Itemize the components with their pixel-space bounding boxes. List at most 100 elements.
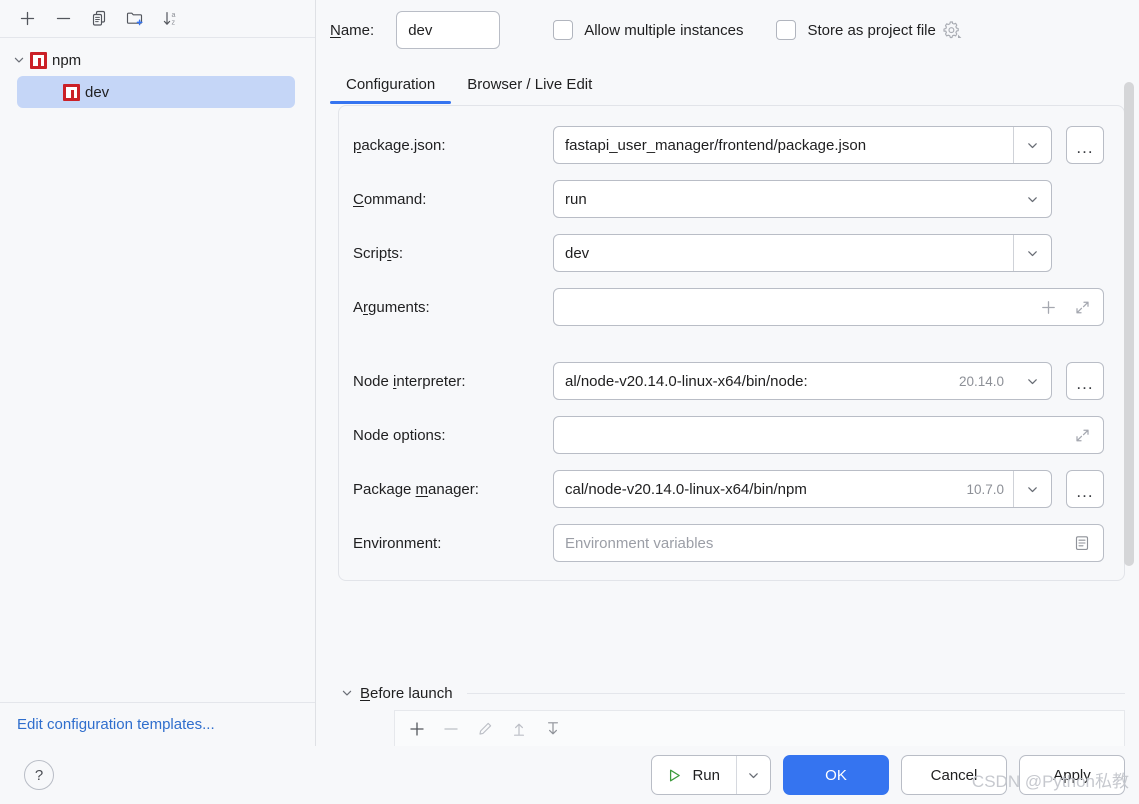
scripts-field: dev	[553, 234, 1104, 272]
field-row-package-json: package.json: fastapi_user_manager/front…	[353, 126, 1104, 164]
node-options-input[interactable]	[553, 416, 1104, 454]
run-debug-configurations-dialog: a z npm dev Edit configuration templates…	[0, 0, 1139, 804]
scripts-combobox[interactable]: dev	[553, 234, 1052, 272]
apply-button[interactable]: Apply	[1019, 755, 1125, 795]
name-input[interactable]	[396, 11, 501, 49]
tree-node-label: npm	[52, 51, 82, 69]
command-input[interactable]: run	[554, 181, 1013, 217]
arrow-up-icon	[514, 723, 524, 736]
package-manager-dropdown-button[interactable]	[1013, 471, 1051, 507]
allow-multiple-instances-checkbox[interactable]: Allow multiple instances	[553, 20, 743, 40]
store-as-project-file-settings-button[interactable]	[941, 18, 965, 42]
environment-input[interactable]: Environment variables	[553, 524, 1104, 562]
arguments-input[interactable]	[553, 288, 1104, 326]
bl-move-down-button	[537, 715, 569, 743]
copy-configuration-button[interactable]	[82, 4, 116, 34]
tab-configuration[interactable]: Configuration	[330, 76, 452, 104]
list-edit-icon[interactable]	[1070, 531, 1094, 555]
before-launch-divider	[466, 692, 1125, 694]
command-dropdown-button[interactable]	[1013, 181, 1051, 217]
configurations-tree: npm dev	[0, 38, 315, 702]
package-json-combobox[interactable]: fastapi_user_manager/frontend/package.js…	[553, 126, 1052, 164]
tree-node-npm[interactable]: npm	[0, 44, 315, 76]
checkbox-box	[776, 20, 797, 40]
node-interpreter-browse-button[interactable]: ...	[1066, 362, 1104, 400]
label-rest: s:	[391, 244, 404, 262]
node-interpreter-value: :al/node-v20.14.0-linux-x64/bin/node	[565, 372, 808, 390]
help-button[interactable]: ?	[24, 760, 54, 790]
label-rest: ackage.json:	[361, 136, 446, 154]
chevron-down-icon[interactable]	[338, 687, 356, 699]
node-options-label: Node options:	[353, 426, 446, 444]
chevron-down-icon	[749, 772, 758, 778]
label-pre: Node	[353, 372, 394, 390]
cancel-button[interactable]: Cancel	[901, 755, 1007, 795]
environment-field: Environment variables	[553, 524, 1104, 562]
run-button[interactable]: Run	[652, 756, 736, 794]
scripts-label: Scripts:	[353, 245, 553, 262]
before-launch-title: Before launch	[360, 685, 453, 702]
npm-icon	[63, 83, 80, 101]
package-manager-value: cal/node-v20.14.0-linux-x64/bin/npm	[565, 480, 807, 498]
scripts-input[interactable]: dev	[554, 235, 1013, 271]
npm-icon	[30, 51, 47, 69]
package-json-value: fastapi_user_manager/frontend/package.js…	[565, 136, 867, 154]
package-json-input[interactable]: fastapi_user_manager/frontend/package.js…	[554, 127, 1013, 163]
chevron-down-icon	[1027, 378, 1037, 384]
scripts-value: dev	[565, 244, 590, 262]
new-folder-icon	[126, 12, 143, 26]
package-manager-combobox[interactable]: cal/node-v20.14.0-linux-x64/bin/npm 10.7…	[553, 470, 1052, 508]
node-interpreter-dropdown-button[interactable]	[1013, 363, 1051, 399]
store-as-project-file-checkbox[interactable]: Store as project file	[776, 20, 936, 40]
expand-icon[interactable]	[1070, 295, 1094, 319]
bl-add-button[interactable]	[401, 715, 433, 743]
remove-configuration-button[interactable]	[46, 4, 80, 34]
name-row: Name: Allow multiple instances Store as …	[316, 0, 1139, 60]
group-separator	[353, 342, 1104, 362]
chevron-down-icon[interactable]	[10, 51, 28, 69]
label-mnemonic: C	[353, 190, 364, 208]
plus-icon[interactable]	[1036, 295, 1060, 319]
tab-browser-live-edit[interactable]: Browser / Live Edit	[451, 76, 608, 104]
edit-configuration-templates-link[interactable]: Edit configuration templates...	[17, 716, 215, 733]
plus-icon	[20, 11, 34, 26]
package-manager-input[interactable]: cal/node-v20.14.0-linux-x64/bin/npm 10.7…	[554, 471, 1013, 507]
expand-icon[interactable]	[1070, 423, 1094, 447]
command-combobox[interactable]: run	[553, 180, 1052, 218]
configuration-group: package.json: fastapi_user_manager/front…	[338, 105, 1125, 581]
configuration-editor-pane: Name: Allow multiple instances Store as …	[316, 0, 1139, 746]
add-configuration-button[interactable]	[10, 4, 44, 34]
label-mnemonic: B	[360, 684, 371, 702]
field-row-node-options: Node options:	[353, 416, 1104, 454]
node-interpreter-input[interactable]: :al/node-v20.14.0-linux-x64/bin/node 20.…	[554, 363, 1013, 399]
package-json-field: fastapi_user_manager/frontend/package.js…	[553, 126, 1104, 164]
sort-configurations-button[interactable]: a z	[154, 4, 188, 34]
package-json-label: package.json:	[353, 137, 553, 154]
configuration-vertical-scrollbar[interactable]	[1124, 82, 1134, 566]
label-rest: guments:	[368, 298, 430, 316]
field-row-scripts: Scripts: dev	[353, 234, 1104, 272]
package-json-dropdown-button[interactable]	[1013, 127, 1051, 163]
label-rest: efore launch	[370, 684, 453, 702]
node-interpreter-version: 20.14.0	[958, 373, 1004, 389]
scripts-dropdown-button[interactable]	[1013, 235, 1051, 271]
node-interpreter-combobox[interactable]: :al/node-v20.14.0-linux-x64/bin/node 20.…	[553, 362, 1052, 400]
before-launch-header: Before launch	[338, 676, 1125, 710]
name-label-mnemonic: N	[330, 21, 341, 39]
chevron-down-icon	[1028, 142, 1037, 148]
store-as-project-file-label: Store as project file	[807, 21, 936, 39]
package-json-browse-button[interactable]: ...	[1066, 126, 1104, 164]
dialog-actions: Run OK Cancel Apply	[651, 755, 1125, 795]
ok-button[interactable]: OK	[783, 755, 889, 795]
node-options-field	[553, 416, 1104, 454]
tree-node-dev[interactable]: dev	[17, 76, 295, 108]
new-folder-button[interactable]	[118, 4, 152, 34]
field-row-command: Command: run	[353, 180, 1104, 218]
label-pre: A	[353, 298, 364, 316]
arrow-down-icon	[548, 721, 558, 734]
run-split-button: Run	[651, 755, 771, 795]
chevron-down-icon	[1027, 196, 1037, 202]
checkbox-box	[553, 20, 574, 40]
package-manager-browse-button[interactable]: ...	[1066, 470, 1104, 508]
run-dropdown-button[interactable]	[736, 756, 770, 794]
